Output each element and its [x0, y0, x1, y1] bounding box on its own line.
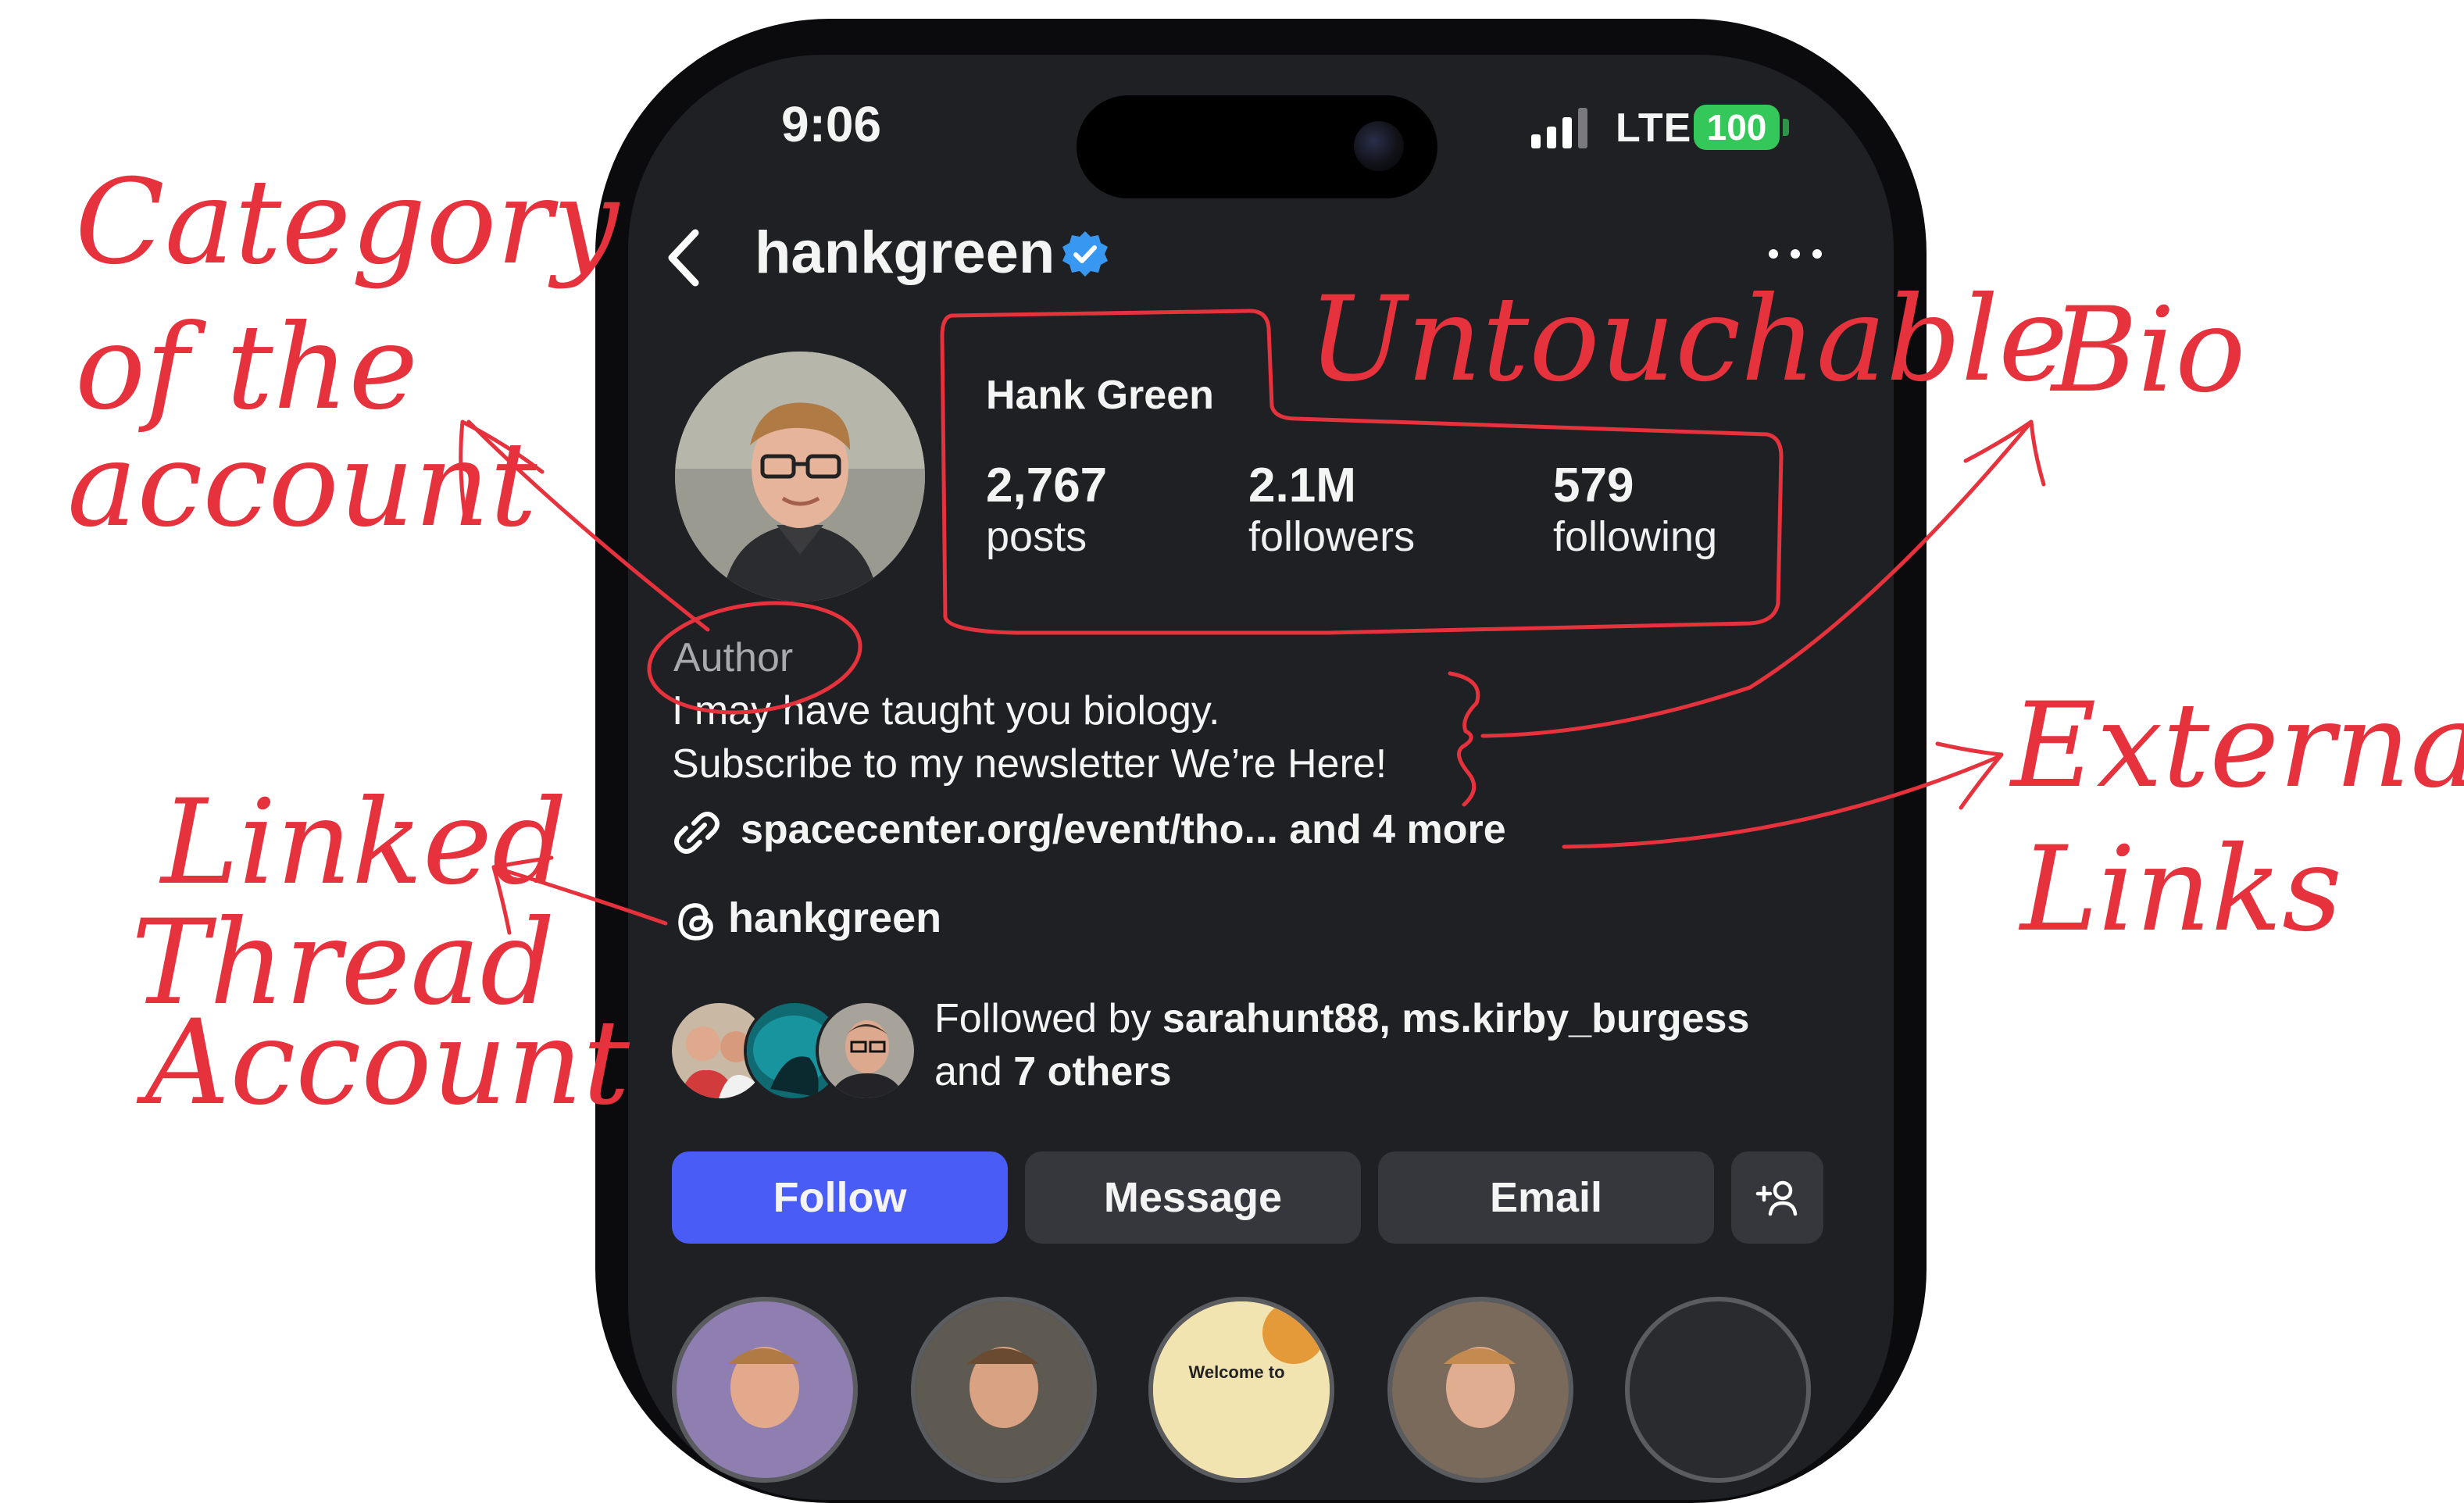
followed-by-line-1[interactable]: Followed by sarahunt88, ms.kirby_burgess — [934, 995, 1749, 1042]
threads-handle[interactable]: hankgreen — [728, 894, 941, 942]
highlight-3[interactable]: Welcome to — [1148, 1297, 1334, 1483]
follower-avatar-3 — [816, 1000, 917, 1101]
annotation-external-line-2: Links — [2020, 822, 2343, 958]
bio-line-2: Subscribe to my newsletter We’re Here! — [672, 741, 1387, 787]
network-label: LTE — [1616, 105, 1692, 151]
followers-count[interactable]: 2.1M — [1248, 458, 1356, 513]
add-person-button[interactable] — [1731, 1151, 1823, 1244]
front-camera — [1354, 121, 1404, 171]
signal-icon — [1531, 108, 1587, 148]
annotation-external-line-1: External — [2011, 678, 2464, 814]
annotation-untouchable: Untouchable — [1308, 272, 2069, 408]
posts-count[interactable]: 2,767 — [986, 458, 1107, 513]
bio-line-1: I may have taught you biology. — [672, 688, 1220, 734]
following-label: following — [1553, 513, 1718, 560]
battery-indicator: 100 — [1694, 105, 1780, 150]
chevron-left-icon[interactable] — [664, 227, 703, 289]
annotation-category-line-1: Category — [75, 155, 620, 291]
link-icon — [674, 812, 720, 854]
battery-nub — [1783, 119, 1789, 136]
status-time: 9:06 — [781, 96, 882, 152]
annotation-threads-line-3: Account — [145, 995, 630, 1131]
follow-button[interactable]: Follow — [672, 1151, 1008, 1244]
highlight-4[interactable] — [1387, 1297, 1573, 1483]
external-arrowhead — [1935, 741, 2004, 810]
following-count[interactable]: 579 — [1553, 458, 1634, 513]
external-link[interactable]: spacecenter.org/event/tho... and 4 more — [741, 806, 1506, 853]
profile-username: hankgreen — [755, 220, 1055, 286]
annotation-category-line-3: account — [67, 417, 537, 553]
threads-icon — [678, 903, 713, 941]
followers-label: followers — [1248, 513, 1416, 560]
annotation-category-line-2: of the — [75, 300, 419, 436]
highlight-1[interactable] — [672, 1297, 858, 1483]
highlight-2[interactable] — [911, 1297, 1097, 1483]
bio-arrowhead — [1963, 419, 2046, 487]
message-button[interactable]: Message — [1025, 1151, 1361, 1244]
profile-avatar[interactable] — [675, 352, 925, 602]
annotation-threads-line-1: Linked — [161, 775, 567, 911]
more-dots-icon[interactable] — [1764, 242, 1827, 266]
highlight-3-label: Welcome to — [1188, 1362, 1285, 1382]
account-category: Author — [673, 635, 794, 680]
profile-full-name: Hank Green — [986, 373, 1214, 418]
email-button[interactable]: Email — [1378, 1151, 1714, 1244]
posts-label: posts — [986, 513, 1087, 560]
verified-badge-icon — [1062, 231, 1108, 277]
add-person-icon — [1755, 1180, 1798, 1216]
followed-by-line-2[interactable]: and 7 others — [934, 1048, 1172, 1095]
highlight-5[interactable] — [1625, 1297, 1811, 1483]
avatar-portrait — [675, 352, 925, 602]
annotation-bio: Bio — [2052, 283, 2246, 419]
